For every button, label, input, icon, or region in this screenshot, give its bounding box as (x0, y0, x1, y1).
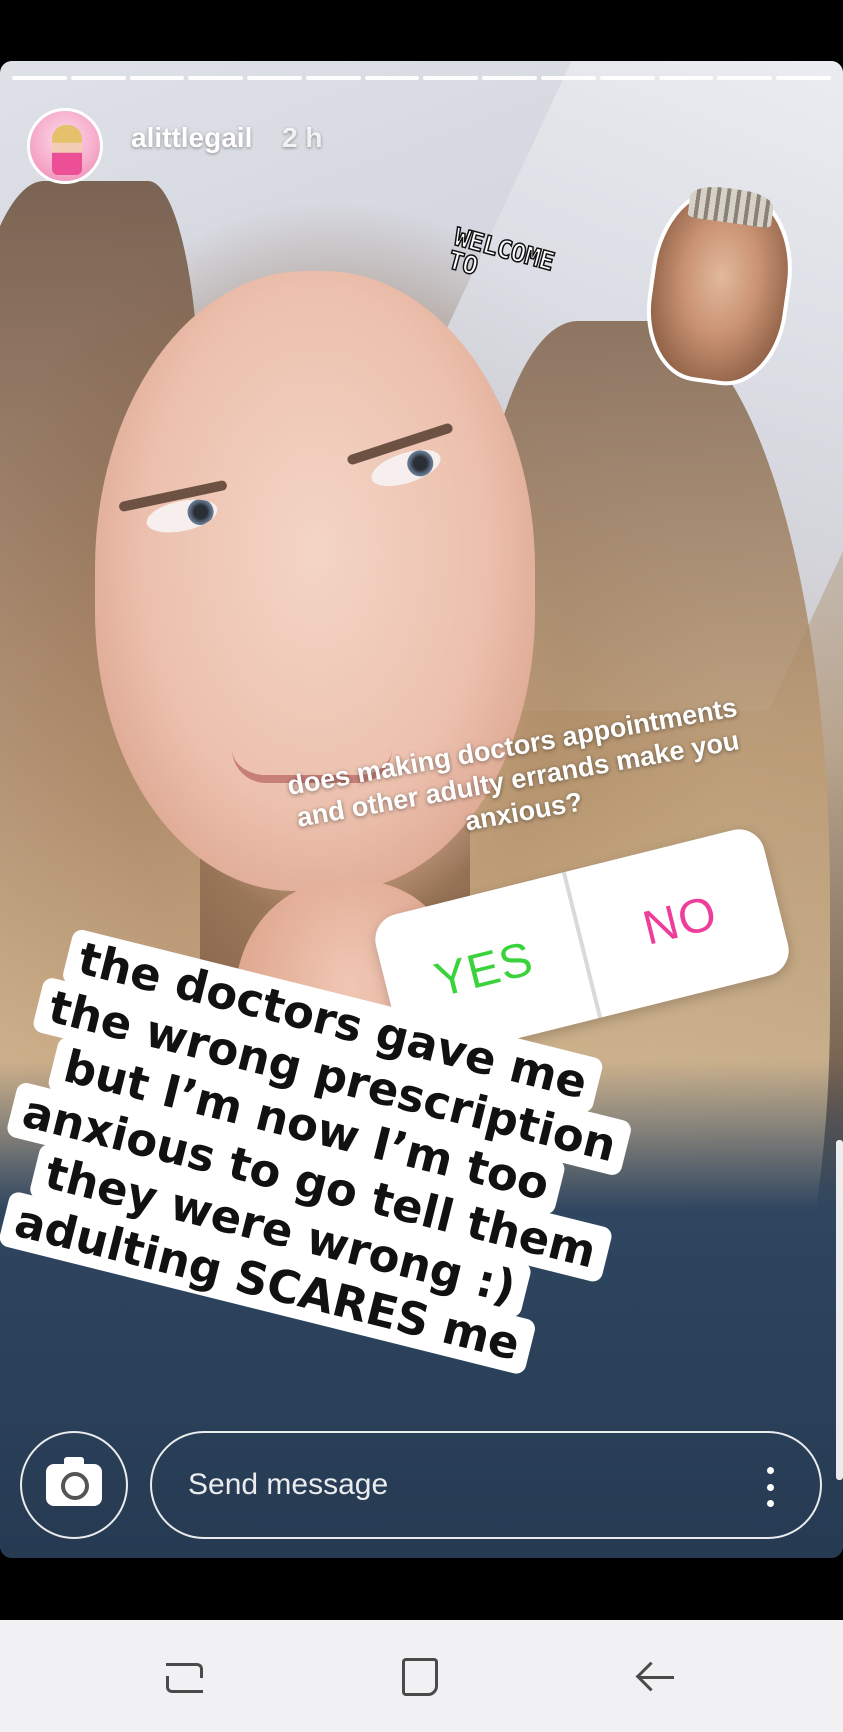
progress-segment (129, 76, 185, 80)
progress-segment (541, 76, 596, 80)
recent-apps-icon (164, 1661, 204, 1693)
back-button[interactable] (626, 1652, 686, 1702)
camera-button[interactable] (20, 1431, 128, 1539)
home-icon (402, 1658, 438, 1696)
progress-segment (423, 76, 479, 80)
send-message-input[interactable]: Send message (150, 1431, 822, 1539)
send-message-placeholder: Send message (188, 1468, 389, 1501)
progress-segment (717, 76, 773, 80)
progress-segment (247, 76, 302, 80)
story-progress-bar (12, 76, 831, 80)
next-story-edge (836, 1140, 843, 1480)
home-button[interactable] (390, 1652, 450, 1702)
system-navigation-bar (0, 1620, 843, 1732)
avatar-illustration (52, 125, 82, 175)
more-vertical-icon[interactable] (766, 1467, 774, 1507)
recent-apps-button[interactable] (154, 1652, 214, 1702)
post-timestamp: 2 h (282, 122, 323, 153)
progress-segment (188, 76, 244, 80)
progress-segment (70, 76, 126, 80)
progress-segment (658, 76, 714, 80)
back-icon (636, 1662, 676, 1692)
progress-segment (599, 76, 655, 80)
progress-segment (364, 76, 420, 80)
profile-avatar[interactable] (27, 108, 103, 184)
progress-segment (305, 76, 361, 80)
progress-segment (12, 76, 67, 80)
story-screen: alittlegail 2 h WELCOME TO does making d… (0, 0, 843, 1732)
username[interactable]: alittlegail (131, 120, 252, 156)
camera-icon (46, 1457, 102, 1506)
progress-segment (482, 76, 538, 80)
progress-segment (776, 76, 831, 80)
